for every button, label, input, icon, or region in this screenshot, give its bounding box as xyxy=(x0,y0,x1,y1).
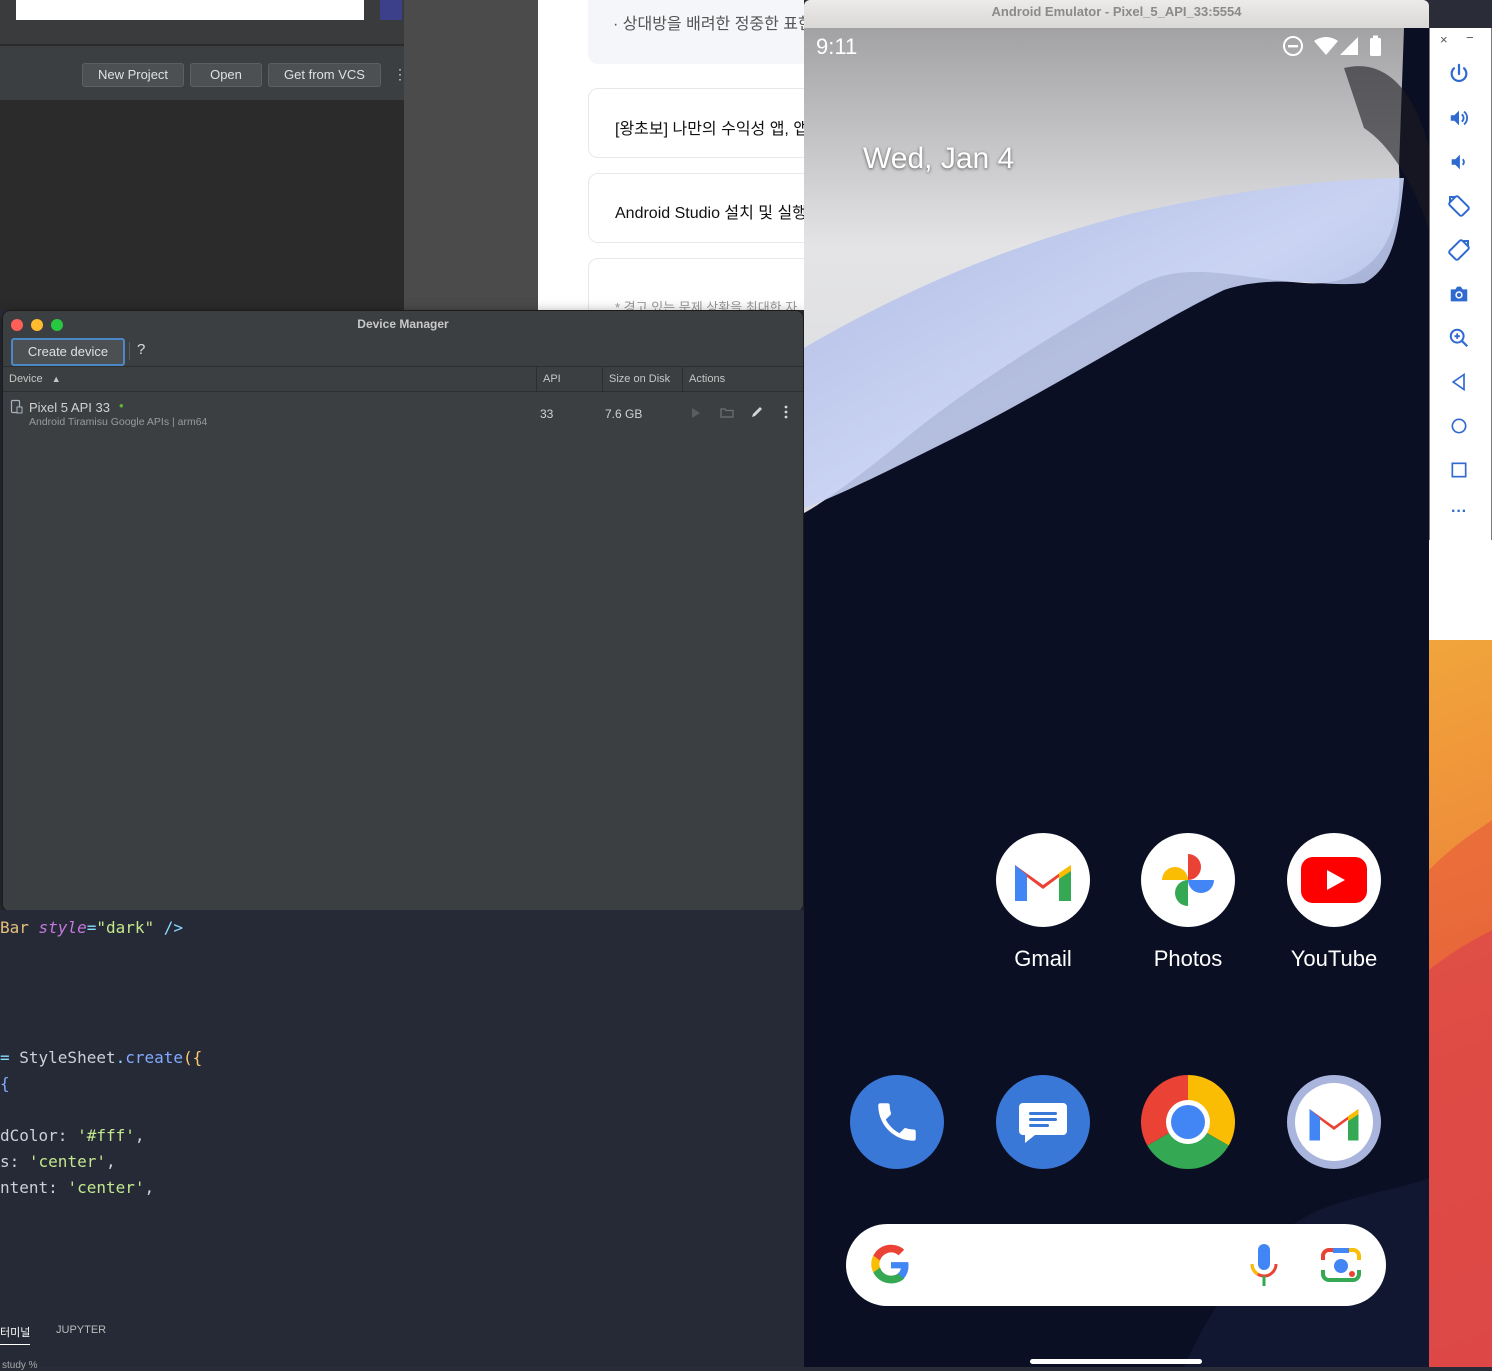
column-size[interactable]: Size on Disk xyxy=(603,367,683,391)
help-button[interactable]: ? xyxy=(137,341,145,358)
launch-play-icon[interactable] xyxy=(691,407,701,419)
column-device[interactable]: Device ▲ xyxy=(3,367,537,391)
device-manager-window: Device Manager Create device ? Device ▲ … xyxy=(2,310,804,912)
table-row[interactable]: Pixel 5 API 33 • Android Tiramisu Google… xyxy=(3,391,803,437)
status-time: 9:11 xyxy=(816,34,858,59)
desktop-wallpaper xyxy=(1429,640,1492,1367)
tab-jupyter[interactable]: JUPYTER xyxy=(56,1324,106,1336)
new-project-button[interactable]: New Project xyxy=(82,63,184,87)
volume-down-icon[interactable] xyxy=(1445,148,1473,176)
more-icon[interactable]: ··· xyxy=(1445,498,1473,526)
get-from-vcs-button[interactable]: Get from VCS xyxy=(268,63,381,87)
microphone-icon[interactable] xyxy=(1250,1244,1278,1286)
messages-app-icon[interactable] xyxy=(996,1075,1090,1169)
minimize-window-button[interactable] xyxy=(31,319,43,331)
list-item-title: Android Studio 설치 및 실행 xyxy=(615,205,804,222)
folder-icon[interactable] xyxy=(720,407,734,418)
youtube-app-icon[interactable] xyxy=(1287,833,1381,927)
zoom-window-button[interactable] xyxy=(51,319,63,331)
phone-screen[interactable]: 9:11 Wed, Jan 4 Gmail Photos YouTube xyxy=(804,28,1429,1367)
project-thumb-2 xyxy=(380,0,402,20)
code-line: s: 'center', xyxy=(0,1152,116,1171)
code-line: Bar style="dark" /> xyxy=(0,918,184,937)
as-toolbar: New Project Open Get from VCS ⋮ xyxy=(0,46,407,101)
google-lens-icon[interactable] xyxy=(1319,1246,1363,1284)
emulator-controls: × − ··· xyxy=(1429,28,1492,541)
as-title-area xyxy=(0,0,404,44)
camera-icon[interactable] xyxy=(1445,280,1473,308)
toolbar-divider xyxy=(129,342,130,360)
column-api[interactable]: API xyxy=(537,367,603,391)
code-line: = StyleSheet.create({ xyxy=(0,1048,203,1067)
status-icons xyxy=(1283,35,1381,56)
back-icon[interactable] xyxy=(1445,368,1473,396)
gmail-app-icon[interactable] xyxy=(996,833,1090,927)
chrome-app-icon[interactable] xyxy=(1141,1075,1235,1169)
minimize-panel-icon[interactable]: − xyxy=(1466,30,1474,45)
info-card: · 상대방을 배려한 정중한 표현 xyxy=(588,0,804,64)
device-subtitle: Android Tiramisu Google APIs | arm64 xyxy=(29,416,208,428)
power-icon[interactable] xyxy=(1445,60,1473,88)
close-panel-icon[interactable]: × xyxy=(1440,32,1448,47)
device-api: 33 xyxy=(540,407,554,421)
list-item-title: [왕초보] 나만의 수익성 앱, 앱 xyxy=(615,121,804,138)
emulator-title-bar: Android Emulator - Pixel_5_API_33:5554 xyxy=(804,0,1429,28)
google-g-icon xyxy=(871,1244,909,1284)
window-title: Device Manager xyxy=(357,317,449,331)
device-size: 7.6 GB xyxy=(605,407,643,421)
column-device-label: Device xyxy=(9,373,43,385)
list-item[interactable]: Android Studio 설치 및 실행 xyxy=(588,173,804,243)
online-status-dot: • xyxy=(119,398,124,413)
tab-terminal[interactable]: 터미널 xyxy=(0,1324,31,1345)
close-window-button[interactable] xyxy=(11,319,23,331)
list-item[interactable]: * 경고 있는 문제 상황을 최대한 자 xyxy=(588,258,804,310)
background-window xyxy=(404,0,538,310)
open-button[interactable]: Open xyxy=(190,63,262,87)
create-device-button[interactable]: Create device xyxy=(11,338,125,366)
edit-pencil-icon[interactable] xyxy=(750,405,764,419)
photos-app-icon[interactable] xyxy=(1141,833,1235,927)
gesture-nav-bar[interactable] xyxy=(1030,1359,1202,1364)
rotate-left-icon[interactable] xyxy=(1445,192,1473,220)
date-widget[interactable]: Wed, Jan 4 xyxy=(863,142,1014,176)
phone-app-icon[interactable] xyxy=(850,1075,944,1169)
home-icon[interactable] xyxy=(1445,412,1473,440)
youtube-app-label[interactable]: YouTube xyxy=(1259,946,1409,972)
gmail-app-label[interactable]: Gmail xyxy=(968,946,1118,972)
code-line: { xyxy=(0,1074,10,1093)
code-line: dColor: '#fff', xyxy=(0,1126,145,1145)
rotate-right-icon[interactable] xyxy=(1445,236,1473,264)
desktop-window-edge xyxy=(1429,540,1492,640)
zoom-icon[interactable] xyxy=(1445,324,1473,352)
terminal-prompt: study % xyxy=(2,1360,38,1371)
code-line: ntent: 'center', xyxy=(0,1178,155,1197)
project-thumb xyxy=(16,0,364,20)
sort-asc-icon: ▲ xyxy=(51,374,61,384)
column-actions: Actions xyxy=(689,373,726,385)
table-header: Device ▲ API Size on Disk Actions xyxy=(3,366,803,392)
device-phone-icon xyxy=(10,399,23,414)
code-editor[interactable]: Bar style="dark" /> = StyleSheet.create(… xyxy=(0,910,804,1371)
web-page: · 상대방을 배려한 정중한 표현 [왕초보] 나만의 수익성 앱, 앱 And… xyxy=(538,0,804,310)
gmail-dock-icon[interactable] xyxy=(1287,1075,1381,1169)
photos-app-label[interactable]: Photos xyxy=(1113,946,1263,972)
device-name: Pixel 5 API 33 xyxy=(29,400,110,415)
footnote-text: * 경고 있는 문제 상황을 최대한 자 xyxy=(615,300,798,310)
info-line: · 상대방을 배려한 정중한 표현 xyxy=(613,16,804,33)
row-menu-icon[interactable] xyxy=(784,405,788,419)
list-item[interactable]: [왕초보] 나만의 수익성 앱, 앱 xyxy=(588,88,804,158)
overview-icon[interactable] xyxy=(1445,456,1473,484)
google-search-bar[interactable] xyxy=(846,1224,1386,1306)
volume-up-icon[interactable] xyxy=(1445,104,1473,132)
